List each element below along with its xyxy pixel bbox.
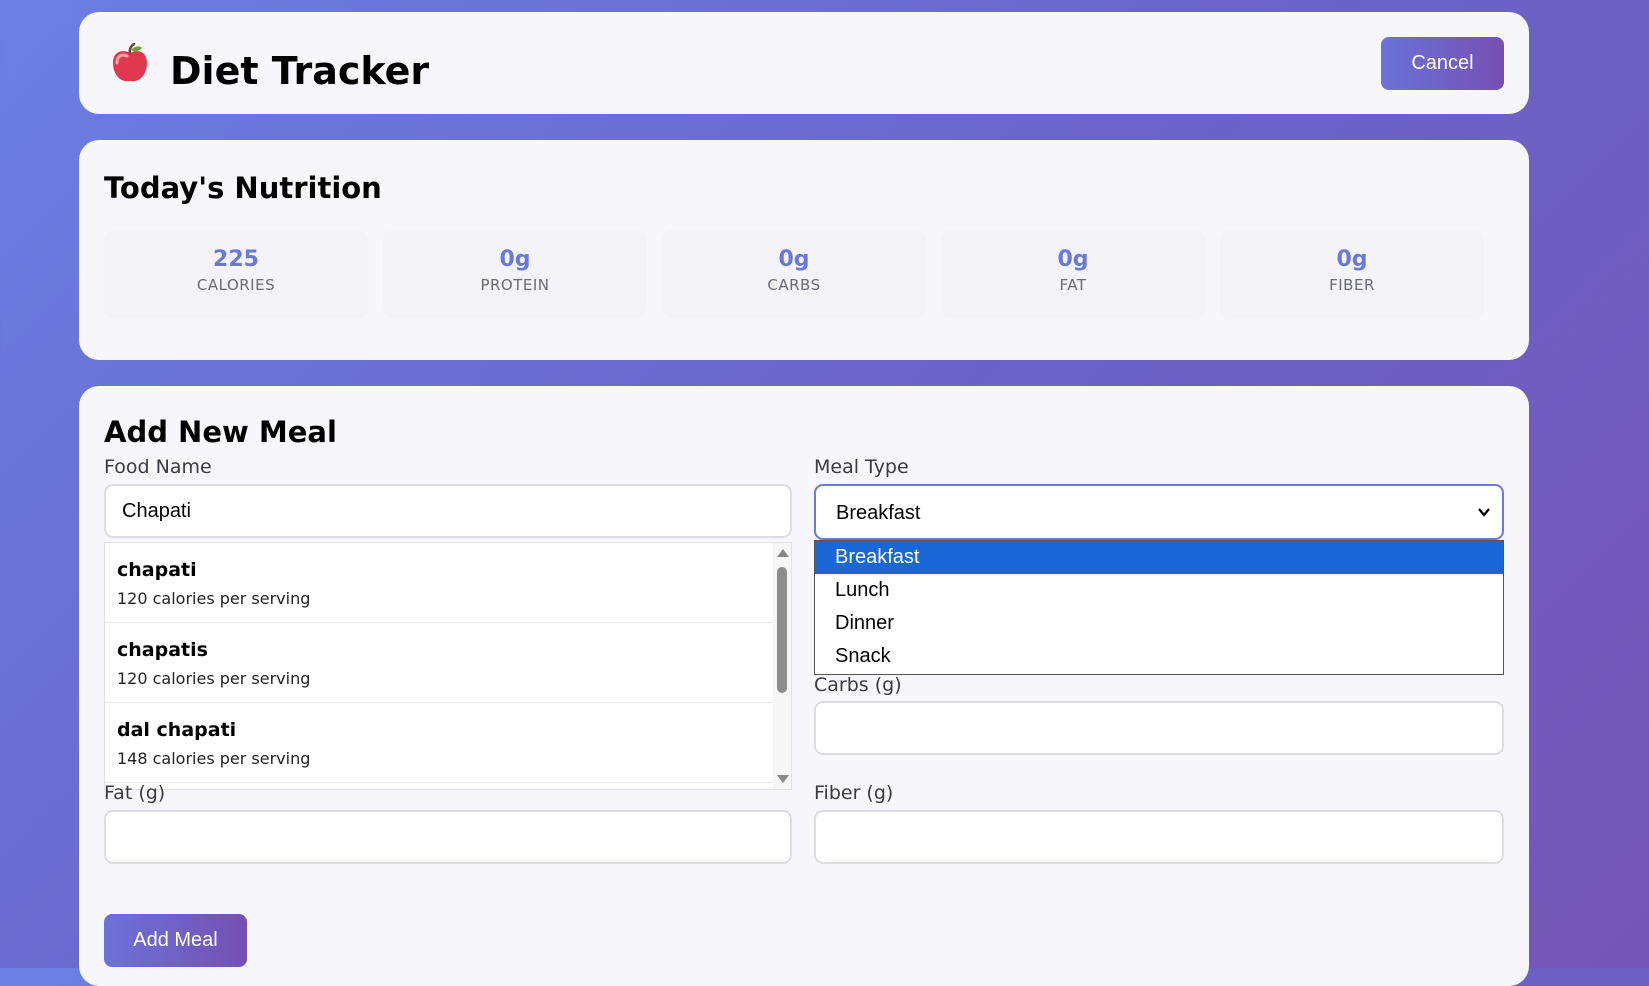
- stat-value: 0g: [778, 247, 810, 272]
- suggestion-name: chapati: [117, 559, 197, 581]
- stat-fiber: 0g FIBER: [1220, 230, 1484, 318]
- suggestion-calories: 120 calories per serving: [117, 669, 311, 688]
- stat-label: CALORIES: [196, 276, 276, 294]
- nutrition-title: Today's Nutrition: [104, 171, 382, 205]
- cancel-button[interactable]: Cancel: [1381, 37, 1504, 90]
- suggestion-item[interactable]: chapatis 120 calories per serving: [105, 623, 775, 703]
- suggestion-item[interactable]: chapati 120 calories per serving: [105, 543, 775, 623]
- meal-form-title: Add New Meal: [104, 415, 337, 449]
- suggestion-calories: 148 calories per serving: [117, 749, 311, 768]
- header-card: Diet Tracker Cancel: [79, 12, 1529, 114]
- stat-label: FIBER: [1329, 276, 1375, 294]
- food-name-input[interactable]: [104, 484, 792, 538]
- nutrition-card: Today's Nutrition 225 CALORIES 0g PROTEI…: [79, 140, 1529, 360]
- meal-type-dropdown: Breakfast Lunch Dinner Snack: [814, 540, 1504, 675]
- scroll-thumb[interactable]: [777, 567, 787, 693]
- stat-carbs: 0g CARBS: [662, 230, 926, 318]
- scroll-up-arrow-icon[interactable]: [777, 549, 789, 557]
- stat-value: 0g: [499, 247, 531, 272]
- stat-value: 225: [213, 247, 259, 272]
- meal-type-select[interactable]: Breakfast: [814, 484, 1504, 540]
- suggestions-scrollbar[interactable]: [773, 543, 791, 789]
- stat-fat: 0g FAT: [941, 230, 1205, 318]
- food-name-label: Food Name: [104, 456, 212, 478]
- suggestion-calories: 120 calories per serving: [117, 589, 311, 608]
- meal-type-label: Meal Type: [814, 456, 909, 478]
- suggestion-name: dal chapati: [117, 719, 237, 741]
- option-lunch[interactable]: Lunch: [815, 574, 1503, 607]
- scroll-down-arrow-icon[interactable]: [777, 775, 789, 783]
- fiber-input[interactable]: [814, 810, 1504, 864]
- fat-input[interactable]: [104, 810, 792, 864]
- stat-value: 0g: [1057, 247, 1089, 272]
- suggestion-name: chapatis: [117, 639, 208, 661]
- apple-icon: [113, 43, 147, 82]
- app-title: Diet Tracker: [170, 49, 430, 93]
- meal-form-card: Add New Meal Food Name Meal Type Breakfa…: [79, 386, 1529, 986]
- fiber-label: Fiber (g): [814, 782, 894, 804]
- option-dinner[interactable]: Dinner: [815, 607, 1503, 640]
- option-snack[interactable]: Snack: [815, 640, 1503, 673]
- stat-label: CARBS: [767, 276, 821, 294]
- suggestion-item[interactable]: dal chapati 148 calories per serving: [105, 703, 775, 783]
- stat-label: PROTEIN: [480, 276, 550, 294]
- food-suggestions: chapati 120 calories per serving chapati…: [104, 542, 792, 790]
- carbs-input[interactable]: [814, 701, 1504, 755]
- chevron-down-icon: [1478, 508, 1490, 517]
- stat-calories: 225 CALORIES: [104, 230, 368, 318]
- fat-label: Fat (g): [104, 782, 166, 804]
- stat-label: FAT: [1059, 276, 1087, 294]
- option-breakfast[interactable]: Breakfast: [815, 541, 1503, 574]
- carbs-label: Carbs (g): [814, 674, 902, 696]
- stat-protein: 0g PROTEIN: [383, 230, 647, 318]
- add-meal-button[interactable]: Add Meal: [104, 914, 247, 967]
- stat-value: 0g: [1336, 247, 1368, 272]
- meal-type-selected: Breakfast: [836, 502, 921, 524]
